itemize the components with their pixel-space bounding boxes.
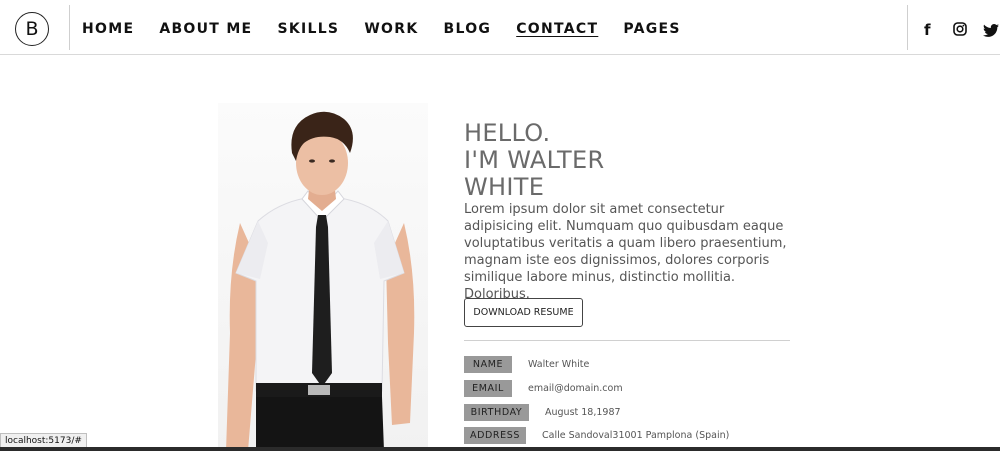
- instagram-icon[interactable]: [953, 22, 967, 40]
- hero-heading-line-2: I'M WALTER: [464, 146, 605, 174]
- header-divider-left: [69, 5, 70, 50]
- nav-contact[interactable]: CONTACT: [516, 21, 598, 37]
- info-row-address: ADDRESS Calle Sandoval31001 Pamplona (Sp…: [464, 427, 729, 444]
- nav-work[interactable]: WORK: [364, 21, 418, 37]
- info-value: email@domain.com: [528, 383, 623, 394]
- download-resume-button[interactable]: DOWNLOAD RESUME: [464, 298, 583, 327]
- info-label: NAME: [464, 356, 512, 373]
- info-row-birthday: BIRTHDAY August 18,1987: [464, 404, 621, 421]
- info-value: August 18,1987: [545, 407, 621, 418]
- nav-about-me[interactable]: ABOUT ME: [159, 21, 252, 37]
- hero-heading: HELLO. I'M WALTER WHITE: [464, 120, 604, 201]
- hero-heading-line-1: HELLO.: [464, 119, 551, 147]
- bio-text: Lorem ipsum dolor sit amet consectetur a…: [464, 202, 787, 302]
- nav-home[interactable]: HOME: [82, 21, 134, 37]
- divider: [464, 340, 790, 341]
- info-row-email: EMAIL email@domain.com: [464, 380, 623, 397]
- nav-skills[interactable]: SKILLS: [277, 21, 339, 37]
- info-value: Calle Sandoval31001 Pamplona (Spain): [542, 430, 730, 441]
- hero-heading-line-3: WHITE: [464, 173, 545, 201]
- header-divider-right: [907, 5, 908, 50]
- nav-pages[interactable]: PAGES: [623, 21, 680, 37]
- main-nav: HOME ABOUT ME SKILLS WORK BLOG CONTACT P…: [82, 21, 706, 37]
- info-value: Walter White: [528, 359, 590, 370]
- info-label: EMAIL: [464, 380, 512, 397]
- bottom-bar: [0, 447, 1000, 451]
- twitter-icon[interactable]: [983, 23, 999, 41]
- site-header: B HOME ABOUT ME SKILLS WORK BLOG CONTACT…: [0, 0, 1000, 55]
- facebook-icon[interactable]: f: [924, 21, 931, 39]
- info-row-name: NAME Walter White: [464, 356, 589, 373]
- nav-blog[interactable]: BLOG: [444, 21, 492, 37]
- logo[interactable]: B: [15, 12, 49, 46]
- profile-photo: [218, 103, 428, 451]
- info-label: ADDRESS: [464, 427, 526, 444]
- info-label: BIRTHDAY: [464, 404, 529, 421]
